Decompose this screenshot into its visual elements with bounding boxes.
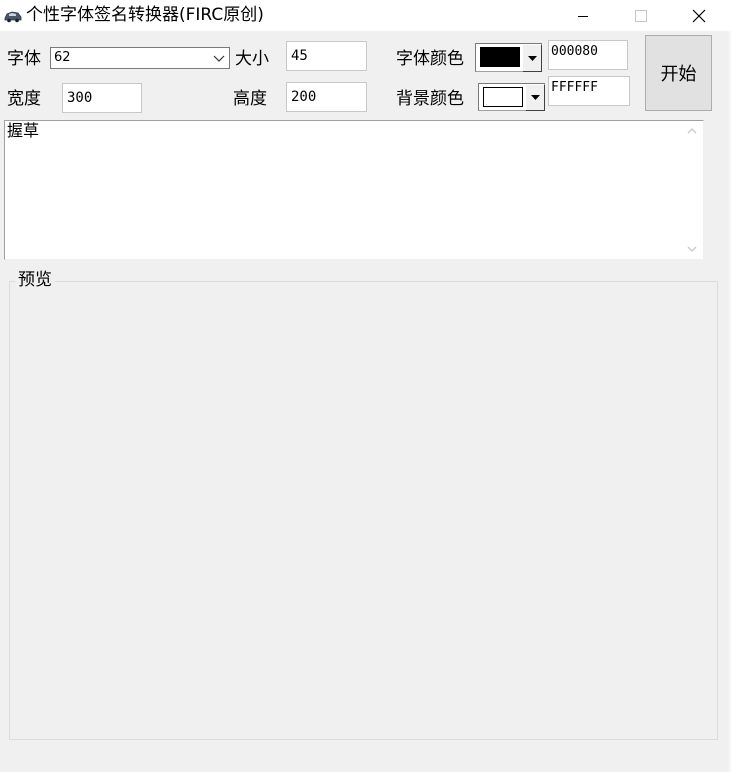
minimize-button[interactable]: [560, 0, 606, 31]
font-color-label: 字体颜色: [396, 49, 464, 69]
signature-text-value: 握草: [7, 121, 40, 140]
title-bar: 个性字体签名转换器(FIRC原创): [0, 0, 731, 31]
signature-text-input[interactable]: 握草: [4, 120, 704, 260]
bg-color-picker[interactable]: [478, 83, 545, 111]
preview-panel: [9, 281, 718, 740]
preview-label: 预览: [15, 270, 55, 290]
scroll-up-icon[interactable]: [687, 127, 697, 135]
maximize-button[interactable]: [618, 0, 664, 31]
close-button[interactable]: [676, 0, 722, 31]
size-input[interactable]: 45: [286, 41, 367, 71]
maximize-icon: [635, 9, 647, 22]
font-color-swatch: [480, 47, 520, 67]
bg-color-hex-input[interactable]: FFFFFF: [548, 76, 630, 106]
bg-color-swatch: [483, 87, 523, 107]
window-title: 个性字体签名转换器(FIRC原创): [26, 5, 264, 25]
start-button[interactable]: 开始: [645, 35, 712, 111]
font-select-value: 62: [54, 50, 71, 65]
bg-color-label: 背景颜色: [396, 89, 464, 109]
scroll-down-icon[interactable]: [687, 245, 697, 253]
height-label: 高度: [233, 89, 267, 109]
caret-down-icon: [530, 95, 540, 100]
font-select[interactable]: 62: [50, 47, 230, 69]
chevron-down-icon: [212, 52, 226, 64]
close-icon: [692, 9, 706, 22]
width-input[interactable]: 300: [62, 83, 142, 113]
bg-color-dropdown-button[interactable]: [525, 84, 545, 111]
minimize-icon: [578, 15, 588, 17]
font-label: 字体: [7, 49, 41, 69]
height-input[interactable]: 200: [286, 82, 367, 112]
font-color-picker[interactable]: [475, 43, 542, 72]
font-color-hex-input[interactable]: 000080: [548, 40, 628, 70]
vertical-scrollbar[interactable]: [683, 121, 703, 259]
size-label: 大小: [235, 49, 269, 69]
car-icon: [4, 8, 22, 23]
width-label: 宽度: [7, 89, 41, 109]
font-color-dropdown-button[interactable]: [522, 44, 542, 72]
caret-down-icon: [527, 55, 537, 61]
